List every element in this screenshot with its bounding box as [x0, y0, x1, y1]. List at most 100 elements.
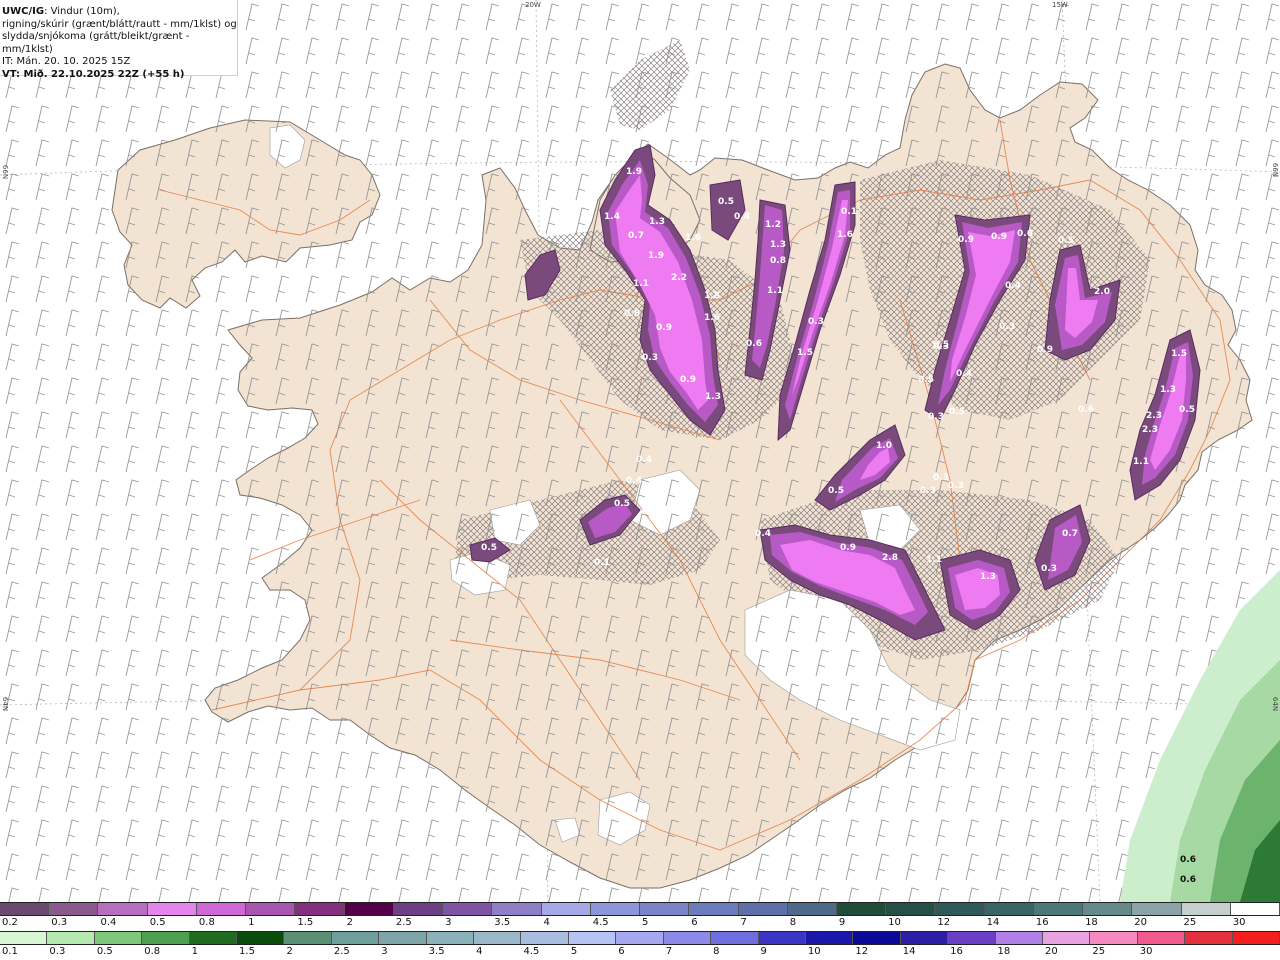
legend-swatch: [237, 932, 285, 944]
legend-swatch: [590, 903, 641, 915]
legend-swatch: [853, 932, 901, 944]
legend-swatch: [935, 903, 985, 915]
legend-label: 3: [445, 917, 452, 928]
legend-swatch: [616, 932, 664, 944]
precip-value-label: 0.7: [628, 231, 644, 241]
legend-label: 3.5: [428, 946, 445, 957]
rain-legend: 0.1 0.3 0.5 0.8 1 1.5 2 2.5 3 3.5 4 4.5 5 6 7 8 9 10 12 14 1…: [0, 931, 1280, 960]
legend-swatch: [541, 903, 591, 915]
legend-swatch: [758, 932, 806, 944]
coord-right-66n: 66N: [1271, 162, 1280, 178]
legend-label: 1.5: [239, 946, 255, 957]
precip-value-label: 0.5: [1058, 236, 1074, 246]
legend-label: 0.5: [96, 946, 113, 957]
legend-label: 25: [1183, 917, 1197, 928]
precip-value-label: 0.3: [999, 322, 1015, 332]
legend-swatch: [1181, 903, 1231, 915]
precip-value-label: 0.5: [718, 197, 734, 207]
legend-label: 2.5: [333, 946, 350, 957]
legend-swatch: [98, 903, 148, 915]
legend-label: 6: [618, 946, 625, 957]
precip-value-label: 2.0: [1094, 287, 1110, 297]
legend-label: 2: [286, 946, 293, 957]
precip-value-label: 0.3: [948, 481, 964, 491]
precip-value-label: 2.2: [671, 273, 687, 283]
precip-value-label: 1.3: [705, 392, 721, 402]
precip-value-label: 0.3: [1041, 564, 1057, 574]
legend-swatch: [1230, 903, 1280, 915]
forecast-info-box: UWC/IG: Vindur (10m), rigning/skúrir (gr…: [0, 0, 238, 80]
legend-swatch: [711, 932, 759, 944]
model-name: UWC/IG: [2, 6, 45, 17]
legend-swatch: [1033, 903, 1084, 915]
snow-legend: 0.2 0.3 0.4 0.5 0.8 1 1.5 2 2.5 3 3.5 4 4.5 5 6 7 8 9 10 12…: [0, 902, 1280, 931]
precip-value-label: 1.1: [926, 555, 942, 565]
precip-value-label: 0.4: [956, 369, 972, 379]
precip-value-label: 0.5: [918, 375, 934, 385]
precip-value-label: 1.4: [604, 212, 620, 222]
rain-legend-bar: [0, 931, 1280, 945]
coord-20w: 20W: [525, 1, 541, 9]
legend-label: 20: [1044, 946, 1058, 957]
precip-value-label: 0.3: [642, 353, 658, 363]
info-line5: VT: Mið. 22.10.2025 22Z (+55 h): [2, 68, 185, 80]
precip-value-label: 0.9: [680, 375, 696, 385]
precip-value-label: 0.5: [481, 543, 497, 553]
legend-swatch: [1083, 903, 1133, 915]
legend-swatch: [1090, 932, 1138, 944]
precip-value-label: 0.1: [841, 207, 857, 217]
legend-swatch: [393, 903, 444, 915]
legend-label: 0.2: [2, 917, 18, 928]
precip-value-label: 1.5: [797, 348, 813, 358]
precip-value-label: 0.6: [1017, 229, 1033, 239]
legend-label: 2.5: [395, 917, 412, 928]
legend-label: 6: [691, 917, 698, 928]
legend-swatch: [426, 932, 475, 944]
coord-left-64n: 64N: [1, 696, 10, 712]
precip-value-label: 1.3: [980, 572, 996, 582]
legend-label: 0.5: [149, 917, 166, 928]
precip-value-label: 1.9: [648, 251, 664, 261]
legend-label: 16: [1035, 917, 1049, 928]
legend-label: 8: [713, 946, 720, 957]
precip-value-label: 1.6: [704, 313, 720, 323]
legend-label: 4.5: [523, 946, 540, 957]
precip-value-label: 1.8: [704, 291, 720, 301]
precip-value-label: 0.5: [933, 340, 949, 350]
precip-value-label: 1.2: [765, 220, 781, 230]
legend-swatch: [49, 903, 99, 915]
legend-swatch: [787, 903, 837, 915]
legend-swatch: [492, 903, 542, 915]
snow-legend-bar: [0, 902, 1280, 916]
legend-swatch: [0, 932, 48, 944]
legend-label: 14: [986, 917, 1000, 928]
precip-value-label: 0.4: [642, 507, 658, 517]
precip-value-label: 0.7: [1062, 529, 1078, 539]
coord-right-64n: 64N: [1271, 696, 1280, 712]
precip-value-label: 0.9: [958, 235, 974, 245]
forecast-map: 1.91.40.71.31.91.62.21.11.81.60.80.90.30…: [0, 0, 1280, 902]
legend-label: 2: [346, 917, 353, 928]
legend-swatch: [1232, 932, 1280, 944]
precip-value-label: 1.1: [1133, 457, 1149, 467]
legend-swatch: [142, 932, 190, 944]
legend-label: 1.5: [297, 917, 314, 928]
rain-legend-labels: 0.1 0.3 0.5 0.8 1 1.5 2 2.5 3 3.5 4 4.5 5 6 7 8 9 10 12 14 1…: [0, 946, 1280, 960]
precip-value-label: 0.4: [1005, 281, 1021, 291]
legend-label: 4: [476, 946, 483, 957]
legend-swatch: [196, 903, 247, 915]
precip-value-label: 0.5: [949, 407, 965, 417]
legend-swatch: [246, 903, 296, 915]
precip-value-label: 2.3: [1146, 411, 1162, 421]
precip-value-label: 0.3: [920, 486, 936, 496]
legend-label: 18: [997, 946, 1011, 957]
legend-swatch: [47, 932, 95, 944]
legend-label: 8: [789, 917, 797, 928]
legend-label: 5: [642, 917, 649, 928]
precip-value-label: 1.3: [770, 240, 786, 250]
legend-swatch: [640, 903, 690, 915]
legend-swatch: [995, 932, 1043, 944]
precip-value-label: 1.0: [876, 441, 892, 451]
legend-label: 0.1: [2, 946, 18, 957]
legend-label: 1: [248, 917, 255, 928]
